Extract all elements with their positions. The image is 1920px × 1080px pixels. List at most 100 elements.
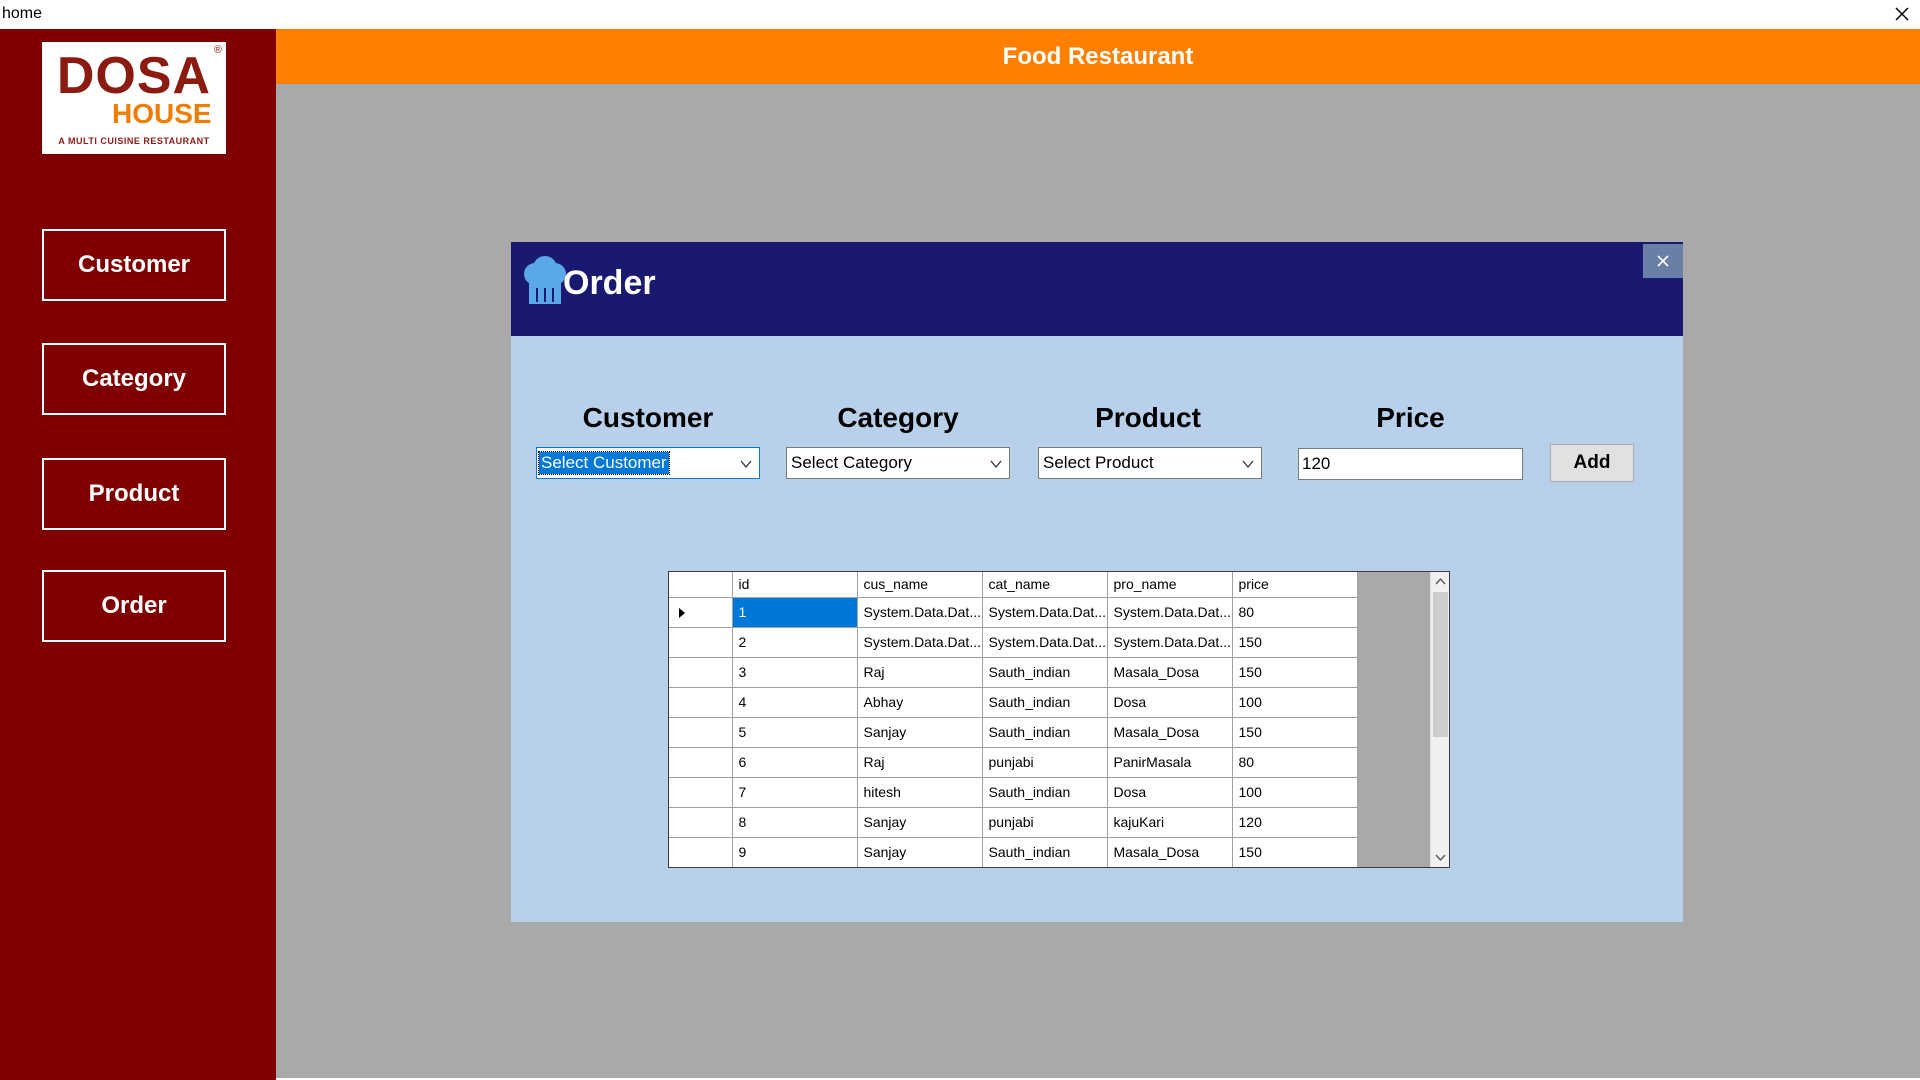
cell-pro-name[interactable]: Dosa bbox=[1107, 687, 1233, 718]
row-header[interactable] bbox=[669, 597, 733, 628]
table-row[interactable]: 3 Raj Sauth_indian Masala_Dosa 150 bbox=[669, 657, 1358, 688]
sidebar: ® DOSA HOUSE A MULTI CUISINE RESTAURANT … bbox=[0, 29, 276, 1080]
cell-cat-name[interactable]: Sauth_indian bbox=[982, 687, 1108, 718]
cell-cat-name[interactable]: punjabi bbox=[982, 807, 1108, 838]
price-label: Price bbox=[1376, 402, 1445, 433]
table-row[interactable]: 4 Abhay Sauth_indian Dosa 100 bbox=[669, 687, 1358, 718]
customer-select[interactable]: Select Customer bbox=[536, 447, 760, 479]
cell-id[interactable]: 8 bbox=[732, 807, 858, 838]
table-row[interactable]: 9 Sanjay Sauth_indian Masala_Dosa 150 bbox=[669, 837, 1358, 867]
sidebar-item-customer[interactable]: Customer bbox=[42, 229, 226, 301]
cell-cus-name[interactable]: Raj bbox=[857, 657, 983, 688]
cell-id[interactable]: 4 bbox=[732, 687, 858, 718]
cell-cat-name[interactable]: Sauth_indian bbox=[982, 717, 1108, 748]
cell-cus-name[interactable]: Sanjay bbox=[857, 837, 983, 867]
cell-cat-name[interactable]: Sauth_indian bbox=[982, 837, 1108, 867]
cell-id[interactable]: 5 bbox=[732, 717, 858, 748]
cell-cus-name[interactable]: Sanjay bbox=[857, 807, 983, 838]
logo-brand-house: HOUSE bbox=[112, 98, 212, 129]
logo-brand-dosa: DOSA bbox=[56, 47, 212, 105]
sidebar-item-order[interactable]: Order bbox=[42, 570, 226, 642]
sidebar-item-category[interactable]: Category bbox=[42, 343, 226, 415]
product-select-value: Select Product bbox=[1043, 453, 1154, 472]
table-row[interactable]: 2 System.Data.Dat... System.Data.Dat... … bbox=[669, 627, 1358, 658]
cell-cat-name[interactable]: punjabi bbox=[982, 747, 1108, 778]
cell-price[interactable]: 120 bbox=[1232, 807, 1358, 838]
cell-cat-name[interactable]: Sauth_indian bbox=[982, 657, 1108, 688]
cell-id[interactable]: 1 bbox=[732, 597, 858, 628]
cell-id[interactable]: 2 bbox=[732, 627, 858, 658]
row-header[interactable] bbox=[669, 837, 733, 867]
table-row[interactable]: 5 Sanjay Sauth_indian Masala_Dosa 150 bbox=[669, 717, 1358, 748]
dialog-title: Order bbox=[563, 264, 656, 302]
cell-pro-name[interactable]: System.Data.Dat... bbox=[1107, 627, 1233, 658]
table-row[interactable]: 6 Raj punjabi PanirMasala 80 bbox=[669, 747, 1358, 778]
cell-pro-name[interactable]: Dosa bbox=[1107, 777, 1233, 808]
product-select[interactable]: Select Product bbox=[1038, 447, 1262, 479]
cell-price[interactable]: 150 bbox=[1232, 717, 1358, 748]
cell-price[interactable]: 150 bbox=[1232, 657, 1358, 688]
window-title: home bbox=[2, 5, 43, 22]
column-header-id[interactable]: id bbox=[732, 572, 858, 598]
cell-cus-name[interactable]: Sanjay bbox=[857, 717, 983, 748]
row-header[interactable] bbox=[669, 807, 733, 838]
row-header[interactable] bbox=[669, 717, 733, 748]
logo-tagline: A MULTI CUISINE RESTAURANT bbox=[58, 136, 210, 146]
scroll-down-icon[interactable] bbox=[1434, 851, 1447, 863]
category-select[interactable]: Select Category bbox=[786, 447, 1010, 479]
cell-pro-name[interactable]: System.Data.Dat... bbox=[1107, 597, 1233, 628]
app-header: Food Restaurant bbox=[276, 29, 1920, 84]
dialog-close-button[interactable] bbox=[1643, 244, 1683, 278]
table-row[interactable]: 7 hitesh Sauth_indian Dosa 100 bbox=[669, 777, 1358, 808]
cell-price[interactable]: 150 bbox=[1232, 627, 1358, 658]
table-row[interactable]: 1 System.Data.Dat... System.Data.Dat... … bbox=[669, 597, 1358, 628]
grid-vertical-scrollbar[interactable] bbox=[1430, 572, 1449, 867]
row-header[interactable] bbox=[669, 657, 733, 688]
close-icon bbox=[1657, 255, 1669, 267]
cell-pro-name[interactable]: PanirMasala bbox=[1107, 747, 1233, 778]
scrollbar-thumb[interactable] bbox=[1433, 592, 1448, 737]
chevron-down-icon bbox=[990, 460, 1002, 469]
add-button[interactable]: Add bbox=[1550, 444, 1634, 482]
cell-cus-name[interactable]: hitesh bbox=[857, 777, 983, 808]
column-header-cus-name[interactable]: cus_name bbox=[857, 572, 983, 598]
chef-hat-icon bbox=[524, 256, 566, 304]
cell-price[interactable]: 150 bbox=[1232, 837, 1358, 867]
cell-cus-name[interactable]: Raj bbox=[857, 747, 983, 778]
cell-id[interactable]: 6 bbox=[732, 747, 858, 778]
row-header[interactable] bbox=[669, 627, 733, 658]
cell-id[interactable]: 3 bbox=[732, 657, 858, 688]
cell-pro-name[interactable]: Masala_Dosa bbox=[1107, 657, 1233, 688]
row-header[interactable] bbox=[669, 777, 733, 808]
cell-cat-name[interactable]: System.Data.Dat... bbox=[982, 597, 1108, 628]
sidebar-item-product[interactable]: Product bbox=[42, 458, 226, 530]
cell-price[interactable]: 100 bbox=[1232, 777, 1358, 808]
row-header[interactable] bbox=[669, 747, 733, 778]
row-header[interactable] bbox=[669, 687, 733, 718]
table-row[interactable]: 8 Sanjay punjabi kajuKari 120 bbox=[669, 807, 1358, 838]
cell-cus-name[interactable]: System.Data.Dat... bbox=[857, 627, 983, 658]
price-input[interactable]: 120 bbox=[1298, 448, 1523, 480]
cell-cus-name[interactable]: System.Data.Dat... bbox=[857, 597, 983, 628]
order-dialog: Order Customer Category Product Price Se… bbox=[511, 242, 1683, 922]
cell-id[interactable]: 9 bbox=[732, 837, 858, 867]
current-row-icon bbox=[679, 607, 685, 618]
column-header-price[interactable]: price bbox=[1232, 572, 1358, 598]
window-close-icon[interactable] bbox=[1890, 3, 1914, 25]
scroll-up-icon[interactable] bbox=[1434, 576, 1447, 588]
restaurant-logo: ® DOSA HOUSE A MULTI CUISINE RESTAURANT bbox=[42, 42, 226, 154]
cell-pro-name[interactable]: Masala_Dosa bbox=[1107, 837, 1233, 867]
column-header-cat-name[interactable]: cat_name bbox=[982, 572, 1108, 598]
cell-cus-name[interactable]: Abhay bbox=[857, 687, 983, 718]
cell-pro-name[interactable]: kajuKari bbox=[1107, 807, 1233, 838]
cell-price[interactable]: 80 bbox=[1232, 747, 1358, 778]
cell-cat-name[interactable]: Sauth_indian bbox=[982, 777, 1108, 808]
cell-price[interactable]: 80 bbox=[1232, 597, 1358, 628]
cell-pro-name[interactable]: Masala_Dosa bbox=[1107, 717, 1233, 748]
orders-grid[interactable]: id cus_name cat_name pro_name price 1 Sy… bbox=[668, 571, 1450, 868]
cell-id[interactable]: 7 bbox=[732, 777, 858, 808]
cell-cat-name[interactable]: System.Data.Dat... bbox=[982, 627, 1108, 658]
category-label: Category bbox=[837, 402, 959, 433]
column-header-pro-name[interactable]: pro_name bbox=[1107, 572, 1233, 598]
cell-price[interactable]: 100 bbox=[1232, 687, 1358, 718]
